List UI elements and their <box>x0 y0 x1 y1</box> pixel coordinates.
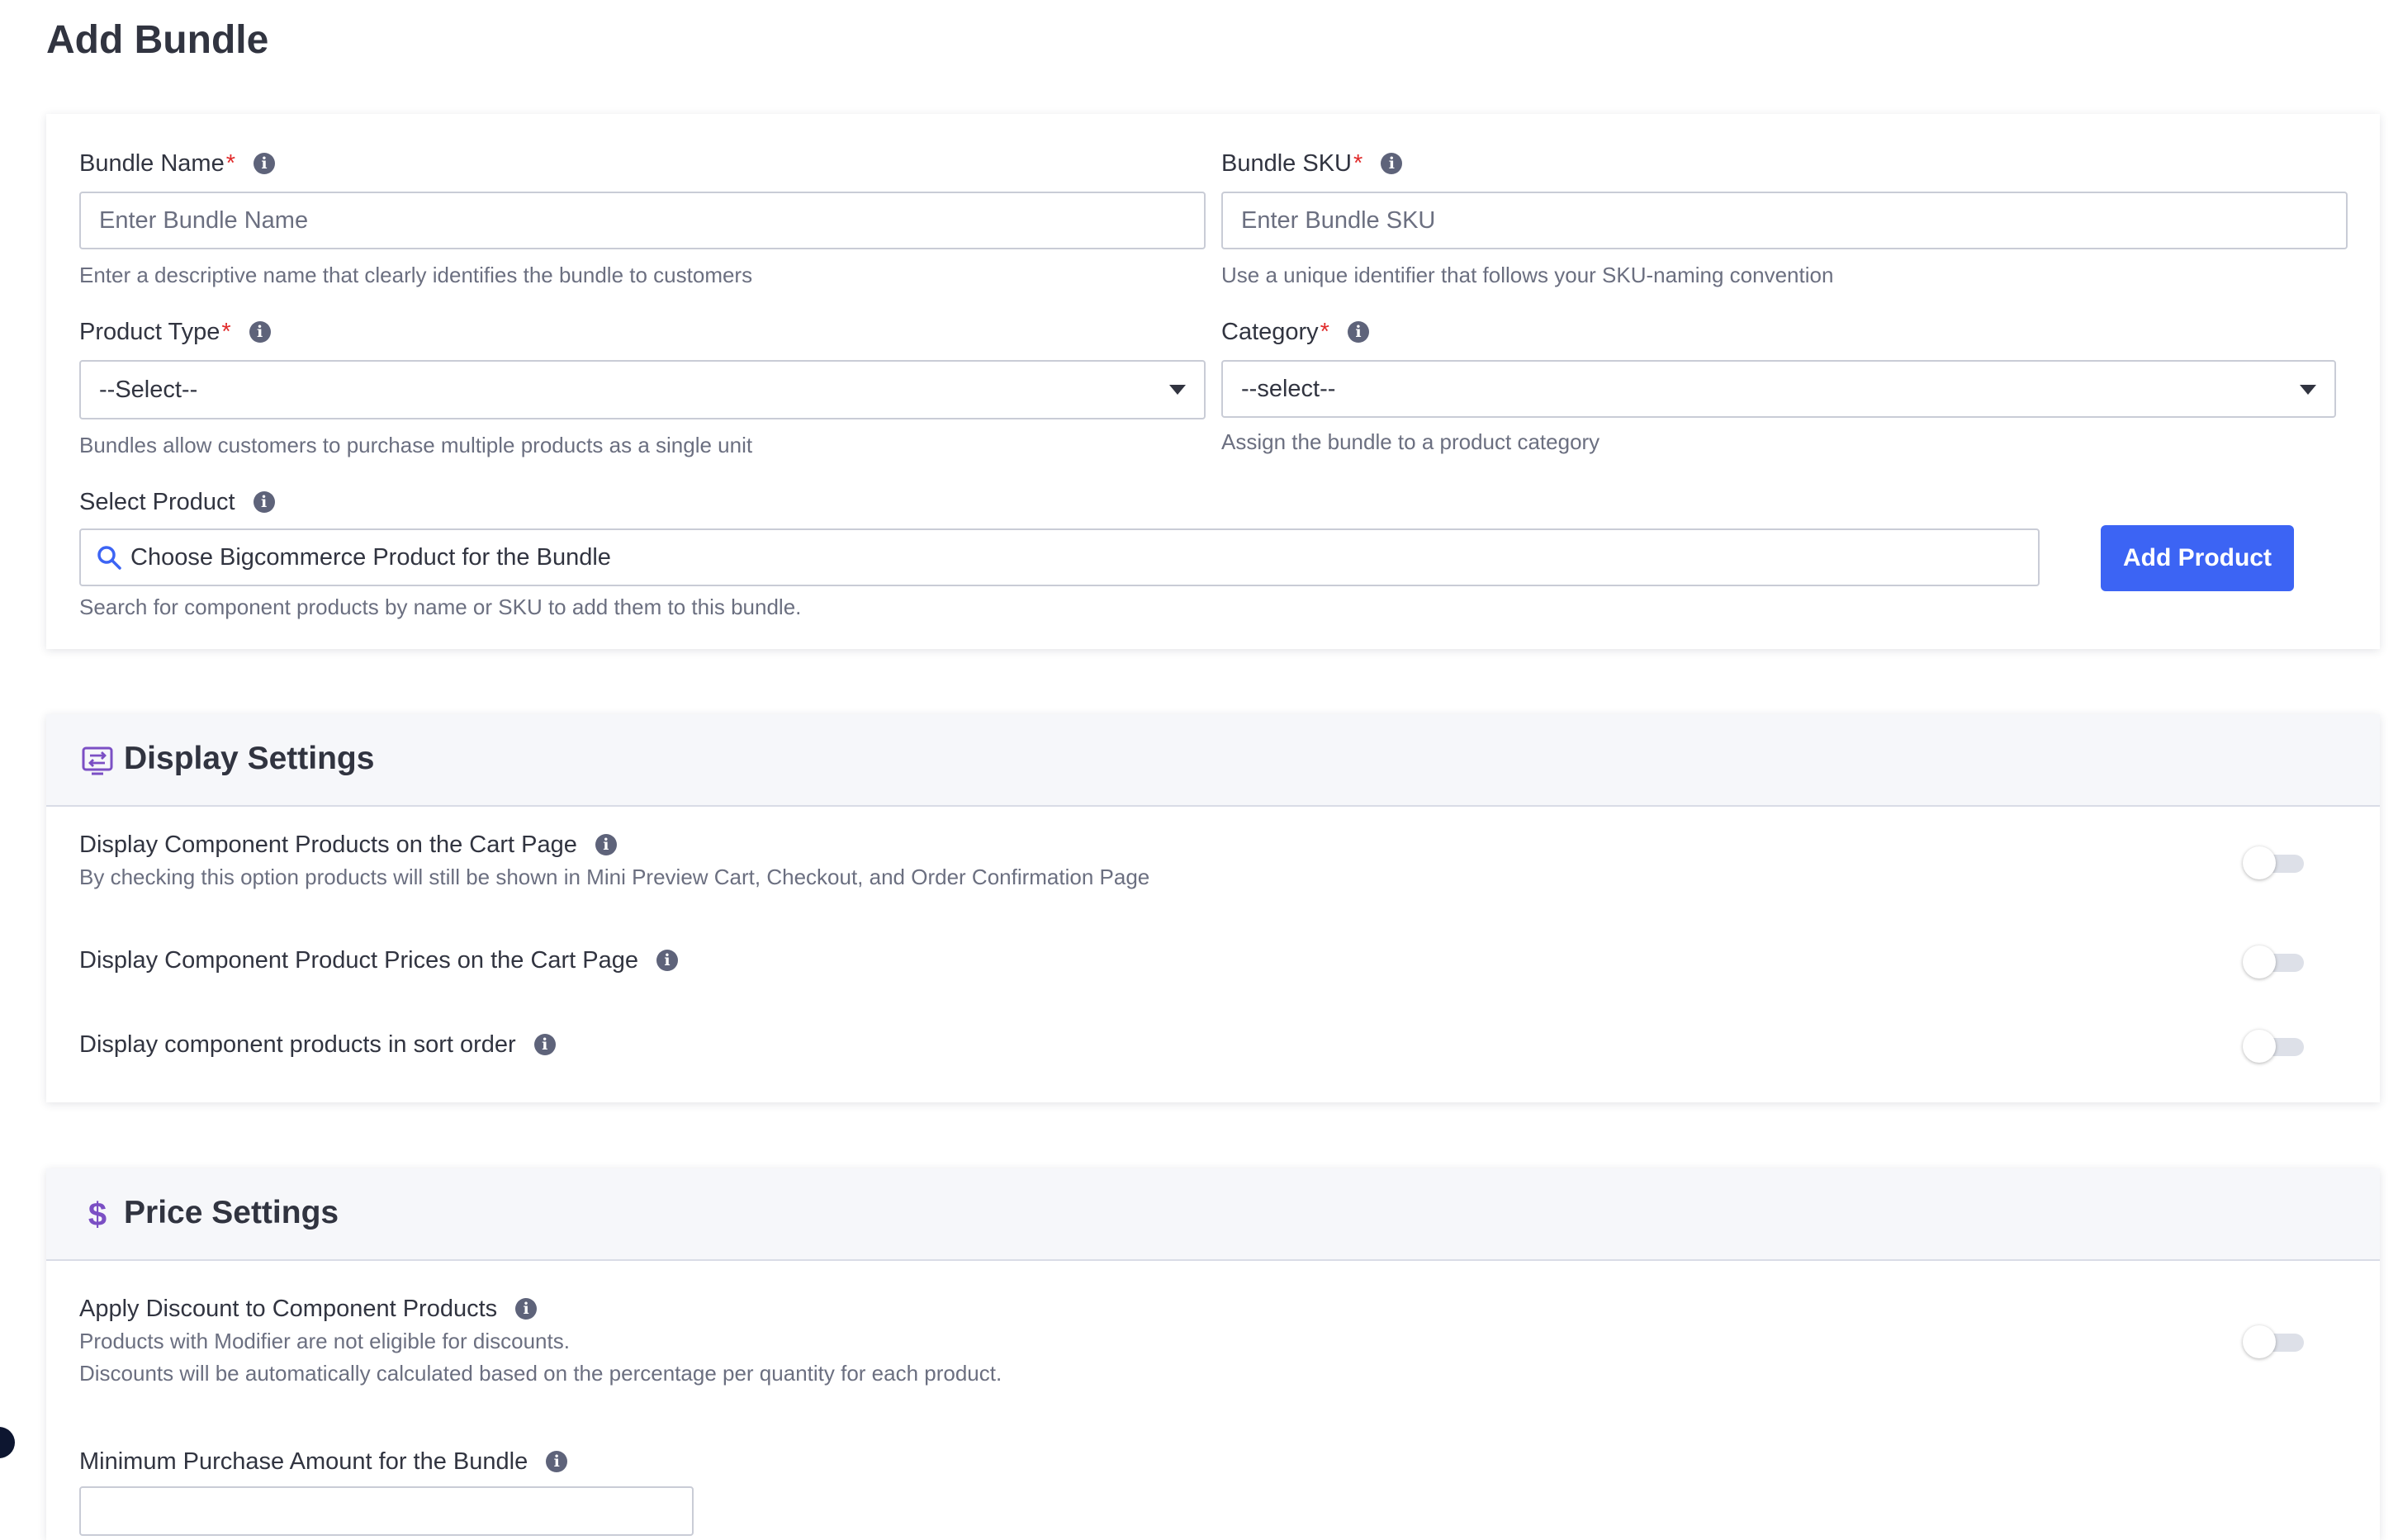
min-purchase-amount-input[interactable] <box>79 1486 694 1536</box>
toggle-sort-order[interactable] <box>2243 1030 2306 1063</box>
bundle-name-help: Enter a descriptive name that clearly id… <box>79 263 753 287</box>
toggle-knob <box>2243 846 2276 879</box>
add-product-button[interactable]: Add Product <box>2101 525 2294 591</box>
price-settings-header: $ Price Settings <box>46 1168 2380 1261</box>
setting-label-text: Minimum Purchase Amount for the Bundle <box>79 1448 528 1475</box>
bundle-name-label: Bundle Name * i <box>79 149 276 178</box>
setting-cart-components-label: Display Component Products on the Cart P… <box>79 830 617 860</box>
price-settings-title: Price Settings <box>124 1195 339 1230</box>
dollar-icon: $ <box>88 1196 107 1233</box>
chat-launcher-button[interactable] <box>0 1427 15 1458</box>
display-settings-icon <box>82 746 113 775</box>
info-icon[interactable]: i <box>533 1034 556 1055</box>
product-search-field[interactable] <box>79 528 2040 586</box>
select-product-label: Select Product i <box>79 487 275 517</box>
bundle-sku-label-text: Bundle SKU <box>1221 150 1352 177</box>
info-icon[interactable]: i <box>1347 321 1369 343</box>
page-title: Add Bundle <box>46 18 269 62</box>
bundle-name-label-text: Bundle Name <box>79 150 225 177</box>
category-label-text: Category <box>1221 319 1319 345</box>
apply-discount-description-2: Discounts will be automatically calculat… <box>79 1361 1002 1386</box>
toggle-cart-components[interactable] <box>2243 846 2306 879</box>
select-product-help: Search for component products by name or… <box>79 595 802 619</box>
category-help: Assign the bundle to a product category <box>1221 429 1600 454</box>
chevron-down-icon <box>2300 385 2316 395</box>
bundle-sku-input[interactable] <box>1221 192 2348 249</box>
info-icon[interactable]: i <box>254 153 276 174</box>
required-mark: * <box>221 319 231 345</box>
required-mark: * <box>1320 319 1329 345</box>
display-settings-header: Display Settings <box>46 714 2380 807</box>
product-type-select[interactable]: --Select-- <box>79 360 1206 419</box>
apply-discount-label: Apply Discount to Component Products i <box>79 1294 538 1324</box>
setting-label-text: Apply Discount to Component Products <box>79 1296 498 1322</box>
product-type-label-text: Product Type <box>79 319 220 345</box>
toggle-knob <box>2243 945 2276 978</box>
setting-label-text: Display Component Product Prices on the … <box>79 947 639 974</box>
info-icon[interactable]: i <box>253 491 275 513</box>
bundle-sku-label: Bundle SKU * i <box>1221 149 1403 178</box>
toggle-apply-discount[interactable] <box>2243 1325 2306 1358</box>
product-search-input[interactable] <box>122 532 2038 583</box>
info-icon[interactable]: i <box>249 321 271 343</box>
display-settings-card: Display Settings Display Component Produ… <box>46 714 2380 1102</box>
apply-discount-description-1: Products with Modifier are not eligible … <box>79 1329 570 1353</box>
toggle-knob <box>2243 1325 2276 1358</box>
setting-cart-prices-label: Display Component Product Prices on the … <box>79 945 679 975</box>
required-mark: * <box>225 150 236 177</box>
setting-sort-order-label: Display component products in sort order… <box>79 1030 556 1059</box>
product-type-selected-value: --Select-- <box>99 376 198 403</box>
info-icon[interactable]: i <box>1381 153 1403 174</box>
price-settings-card: $ Price Settings Apply Discount to Compo… <box>46 1168 2380 1540</box>
chevron-down-icon <box>1169 385 1186 395</box>
bundle-sku-help: Use a unique identifier that follows you… <box>1221 263 1834 287</box>
setting-label-text: Display Component Products on the Cart P… <box>79 832 577 858</box>
toggle-knob <box>2243 1030 2276 1063</box>
toggle-cart-prices[interactable] <box>2243 945 2306 978</box>
product-type-label: Product Type * i <box>79 317 271 347</box>
product-type-help: Bundles allow customers to purchase mult… <box>79 433 753 457</box>
min-purchase-label: Minimum Purchase Amount for the Bundle i <box>79 1447 568 1476</box>
bundle-name-input[interactable] <box>79 192 1206 249</box>
info-icon[interactable]: i <box>656 950 679 971</box>
search-icon <box>97 546 121 570</box>
category-selected-value: --select-- <box>1241 375 1336 402</box>
bundle-details-card: Bundle Name* i Enter a descriptive name … <box>46 114 2380 649</box>
category-label: Category * i <box>1221 317 1369 347</box>
info-icon[interactable]: i <box>515 1298 538 1320</box>
display-settings-title: Display Settings <box>124 741 375 776</box>
info-icon[interactable]: i <box>546 1451 568 1472</box>
setting-label-text: Display component products in sort order <box>79 1031 516 1058</box>
info-icon[interactable]: i <box>595 834 617 855</box>
select-product-label-text: Select Product <box>79 489 235 515</box>
required-mark: * <box>1353 150 1363 177</box>
setting-cart-components-description: By checking this option products will st… <box>79 865 1150 889</box>
category-select[interactable]: --select-- <box>1221 360 2336 418</box>
